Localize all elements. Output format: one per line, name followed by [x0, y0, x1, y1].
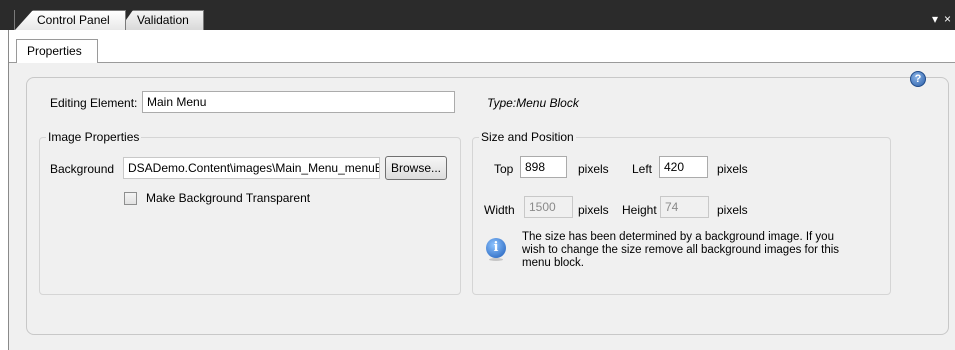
tab-properties[interactable]: Properties — [16, 39, 98, 63]
background-label: Background — [50, 162, 115, 176]
tab-validation[interactable]: Validation — [118, 10, 204, 30]
help-icon[interactable]: ? — [910, 71, 926, 87]
top-field[interactable]: 898 — [520, 156, 567, 178]
width-label: Width — [484, 203, 515, 217]
browse-button[interactable]: Browse... — [385, 156, 447, 180]
top-label: Top — [494, 162, 514, 176]
left-label: Left — [632, 162, 653, 176]
width-field: 1500 — [524, 196, 573, 218]
height-field: 74 — [660, 196, 709, 218]
window-buttons: ▾ × — [932, 12, 951, 26]
size-info-text: The size has been determined by a backgr… — [522, 231, 840, 269]
transparent-checkbox[interactable] — [124, 192, 137, 205]
tab-control-panel[interactable]: Control Panel — [14, 10, 126, 30]
height-label: Height — [622, 203, 657, 217]
image-properties-title: Image Properties — [46, 130, 142, 144]
tab-properties-label: Properties — [27, 44, 82, 58]
size-position-title: Size and Position — [479, 130, 576, 144]
document-tab-bar: Control Panel Validation ▾ × — [0, 0, 955, 30]
transparent-label: Make Background Transparent — [146, 191, 311, 205]
close-icon[interactable]: × — [944, 12, 951, 26]
tab-validation-label: Validation — [137, 13, 189, 27]
editing-element-field[interactable]: Main Menu — [142, 91, 455, 113]
tab-control-panel-label: Control Panel — [37, 13, 110, 27]
left-pixels-label: pixels — [717, 162, 748, 176]
width-pixels-label: pixels — [578, 203, 609, 217]
left-field[interactable]: 420 — [659, 156, 708, 178]
editing-element-label: Editing Element: — [50, 96, 138, 110]
element-type-text: Type:Menu Block — [487, 96, 579, 110]
dropdown-icon[interactable]: ▾ — [932, 12, 938, 26]
info-icon: i — [486, 238, 506, 261]
top-pixels-label: pixels — [578, 162, 609, 176]
height-pixels-label: pixels — [717, 203, 748, 217]
background-field[interactable]: DSADemo.Content\images\Main_Menu_menuB — [123, 157, 380, 179]
